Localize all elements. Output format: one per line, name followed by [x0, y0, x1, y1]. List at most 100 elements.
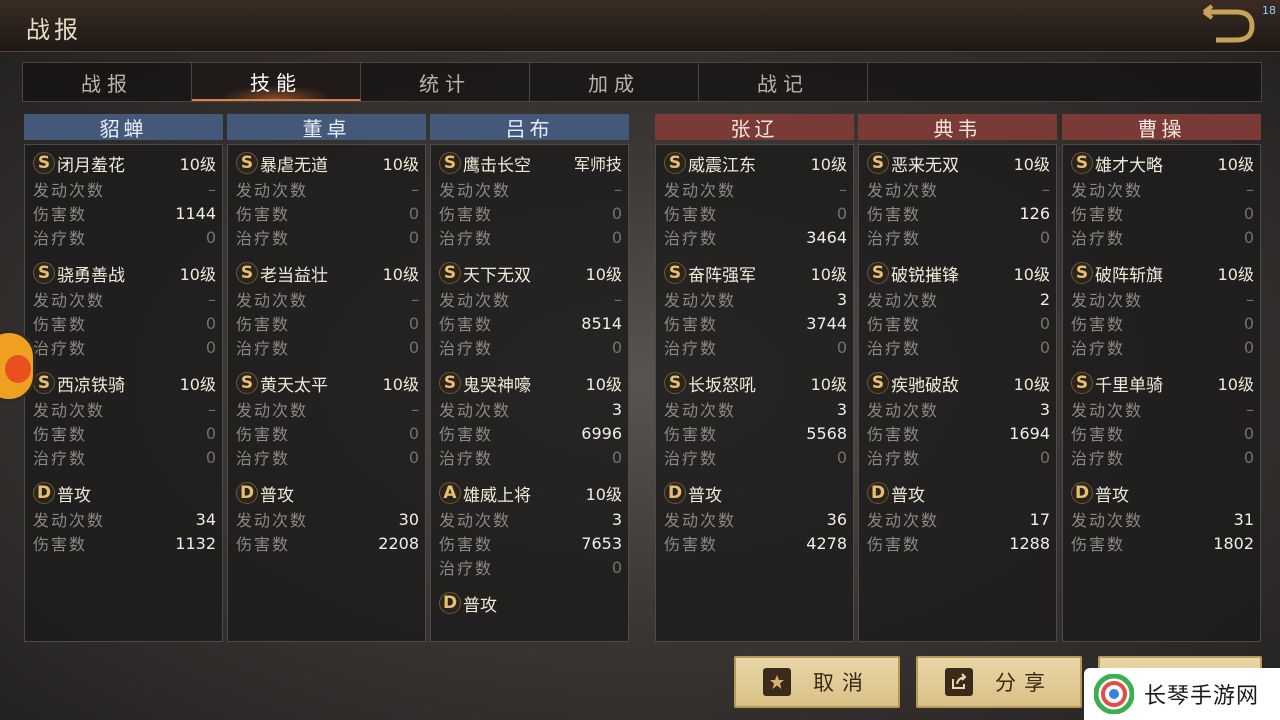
stat-label: 治疗数	[664, 449, 719, 468]
stat-label: 发动次数	[236, 291, 309, 310]
share-button[interactable]: 分享	[916, 656, 1082, 708]
tab-bonus[interactable]: 加成	[530, 63, 699, 101]
stat-value: –	[411, 179, 419, 199]
cancel-button[interactable]: 取消	[734, 656, 900, 708]
stat-value: 3744	[806, 313, 847, 333]
stat-label: 伤害数	[867, 535, 922, 554]
stat-value: 8514	[581, 313, 622, 333]
stat-value: –	[1246, 179, 1254, 199]
skill-list: S 恶来无双 10级 发动次数 – 伤害数 126 治疗数 0 S 破锐摧锋 10级 发动次数 2 伤害数 0…	[858, 144, 1057, 642]
stat-row: 伤害数 0	[236, 421, 419, 445]
stat-row: 治疗数 0	[439, 225, 622, 249]
stat-row: 伤害数 0	[1071, 201, 1254, 225]
stat-value: 0	[408, 313, 419, 333]
stat-label: 发动次数	[867, 401, 940, 420]
skill-level: 10级	[810, 265, 847, 284]
stat-row: 治疗数 3464	[664, 225, 847, 249]
skill-header: S 闭月羞花 10级	[33, 149, 216, 177]
skill-header: S 天下无双 10级	[439, 259, 622, 287]
skill-entry: D 普攻 发动次数 30 伤害数 2208	[236, 479, 419, 555]
skill-name: 恶来无双	[891, 155, 959, 176]
skill-header: S 暴虐无道 10级	[236, 149, 419, 177]
skill-entry: D 普攻 发动次数 17 伤害数 1288	[867, 479, 1050, 555]
stat-label: 发动次数	[867, 181, 940, 200]
skill-entry: S 破阵斩旗 10级 发动次数 – 伤害数 0 治疗数 0	[1071, 259, 1254, 359]
stat-value: 1802	[1213, 533, 1254, 553]
stat-value: –	[208, 399, 216, 419]
share-icon	[945, 668, 973, 696]
stat-row: 治疗数 0	[439, 335, 622, 359]
tab-statistics[interactable]: 统计	[361, 63, 530, 101]
tab-battle-log[interactable]: 战记	[699, 63, 868, 101]
stat-label: 治疗数	[664, 229, 719, 248]
stat-label: 发动次数	[33, 181, 106, 200]
tab-skills[interactable]: 技能	[192, 63, 361, 101]
skill-list: S 鹰击长空 军师技 发动次数 – 伤害数 0 治疗数 0 S 天下无双 10级 发动次数 – 伤害数 851…	[430, 144, 629, 642]
hero-column: 张辽 S 威震江东 10级 发动次数 – 伤害数 0 治疗数 3464 S 奋阵强军 10级 发动次数 3 伤…	[655, 114, 854, 644]
skill-header: S 鬼哭神嚎 10级	[439, 369, 622, 397]
skill-level: 10级	[179, 265, 216, 284]
stat-value: 0	[1243, 337, 1254, 357]
skill-grade-badge: S	[1071, 152, 1093, 174]
skill-level: 10级	[810, 155, 847, 174]
stat-value: 1288	[1009, 533, 1050, 553]
skill-entry: S 恶来无双 10级 发动次数 – 伤害数 126 治疗数 0	[867, 149, 1050, 249]
skill-entry: D 普攻 发动次数 31 伤害数 1802	[1071, 479, 1254, 555]
stat-label: 治疗数	[33, 229, 88, 248]
stat-label: 发动次数	[33, 511, 106, 530]
skill-entry: S 千里单骑 10级 发动次数 – 伤害数 0 治疗数 0	[1071, 369, 1254, 469]
skill-name: 老当益壮	[260, 265, 328, 286]
stat-label: 发动次数	[439, 291, 512, 310]
stat-row: 发动次数 2	[867, 287, 1050, 311]
skill-entry: D 普攻 发动次数 36 伤害数 4278	[664, 479, 847, 555]
skill-header: D 普攻	[236, 479, 419, 507]
assistant-face	[5, 355, 31, 383]
skill-grade-badge: D	[33, 482, 55, 504]
stat-value: 0	[1243, 227, 1254, 247]
site-watermark: 长琴手游网	[1084, 668, 1280, 720]
skill-entry: A 雄威上将 10级 发动次数 3 伤害数 7653 治疗数 0	[439, 479, 622, 579]
stat-row: 伤害数 6996	[439, 421, 622, 445]
skill-grade-badge: S	[867, 262, 889, 284]
skill-level: 10级	[1013, 155, 1050, 174]
skill-header: S 黄天太平 10级	[236, 369, 419, 397]
skill-level: 10级	[179, 375, 216, 394]
stat-label: 发动次数	[664, 291, 737, 310]
skill-entry: S 西凉铁骑 10级 发动次数 – 伤害数 0 治疗数 0	[33, 369, 216, 469]
skill-level: 10级	[585, 265, 622, 284]
stat-value: –	[839, 179, 847, 199]
skill-grade-badge: D	[664, 482, 686, 504]
stat-label: 治疗数	[1071, 449, 1126, 468]
stat-value: 6996	[581, 423, 622, 443]
skill-level: 10级	[585, 485, 622, 504]
hero-column: 曹操 S 雄才大略 10级 发动次数 – 伤害数 0 治疗数 0 S 破阵斩旗 10级 发动次数 – 伤害数 0…	[1062, 114, 1261, 644]
skill-name: 普攻	[891, 485, 925, 506]
skill-name: 闭月羞花	[57, 155, 125, 176]
stat-value: 0	[1243, 423, 1254, 443]
skill-grade-badge: S	[1071, 372, 1093, 394]
skill-grade-badge: S	[439, 152, 461, 174]
skill-name: 鹰击长空	[463, 155, 531, 176]
stat-row: 伤害数 0	[236, 201, 419, 225]
skill-grade-badge: S	[664, 262, 686, 284]
stat-label: 伤害数	[236, 535, 291, 554]
stat-value: 3	[1039, 399, 1050, 419]
stat-value: 0	[611, 447, 622, 467]
stat-label: 伤害数	[1071, 535, 1126, 554]
skill-grade-badge: S	[33, 152, 55, 174]
floating-assistant-icon[interactable]	[0, 330, 36, 402]
skill-entry: S 奋阵强军 10级 发动次数 3 伤害数 3744 治疗数 0	[664, 259, 847, 359]
skill-header: S 疾驰破敌 10级	[867, 369, 1050, 397]
hero-column: 典韦 S 恶来无双 10级 发动次数 – 伤害数 126 治疗数 0 S 破锐摧锋 10级 发动次数 2 伤害…	[858, 114, 1057, 644]
back-button[interactable]	[1198, 4, 1258, 46]
stat-row: 治疗数 0	[439, 555, 622, 579]
stat-label: 发动次数	[439, 511, 512, 530]
skill-level: 军师技	[573, 155, 622, 174]
skill-level: 10级	[1217, 265, 1254, 284]
stat-label: 发动次数	[664, 511, 737, 530]
stat-label: 伤害数	[236, 425, 291, 444]
stat-row: 伤害数 1132	[33, 531, 216, 555]
tab-battle-report[interactable]: 战报	[23, 63, 192, 101]
skill-grade-badge: D	[1071, 482, 1093, 504]
skill-list: S 雄才大略 10级 发动次数 – 伤害数 0 治疗数 0 S 破阵斩旗 10级 发动次数 – 伤害数 0 治疗…	[1062, 144, 1261, 642]
